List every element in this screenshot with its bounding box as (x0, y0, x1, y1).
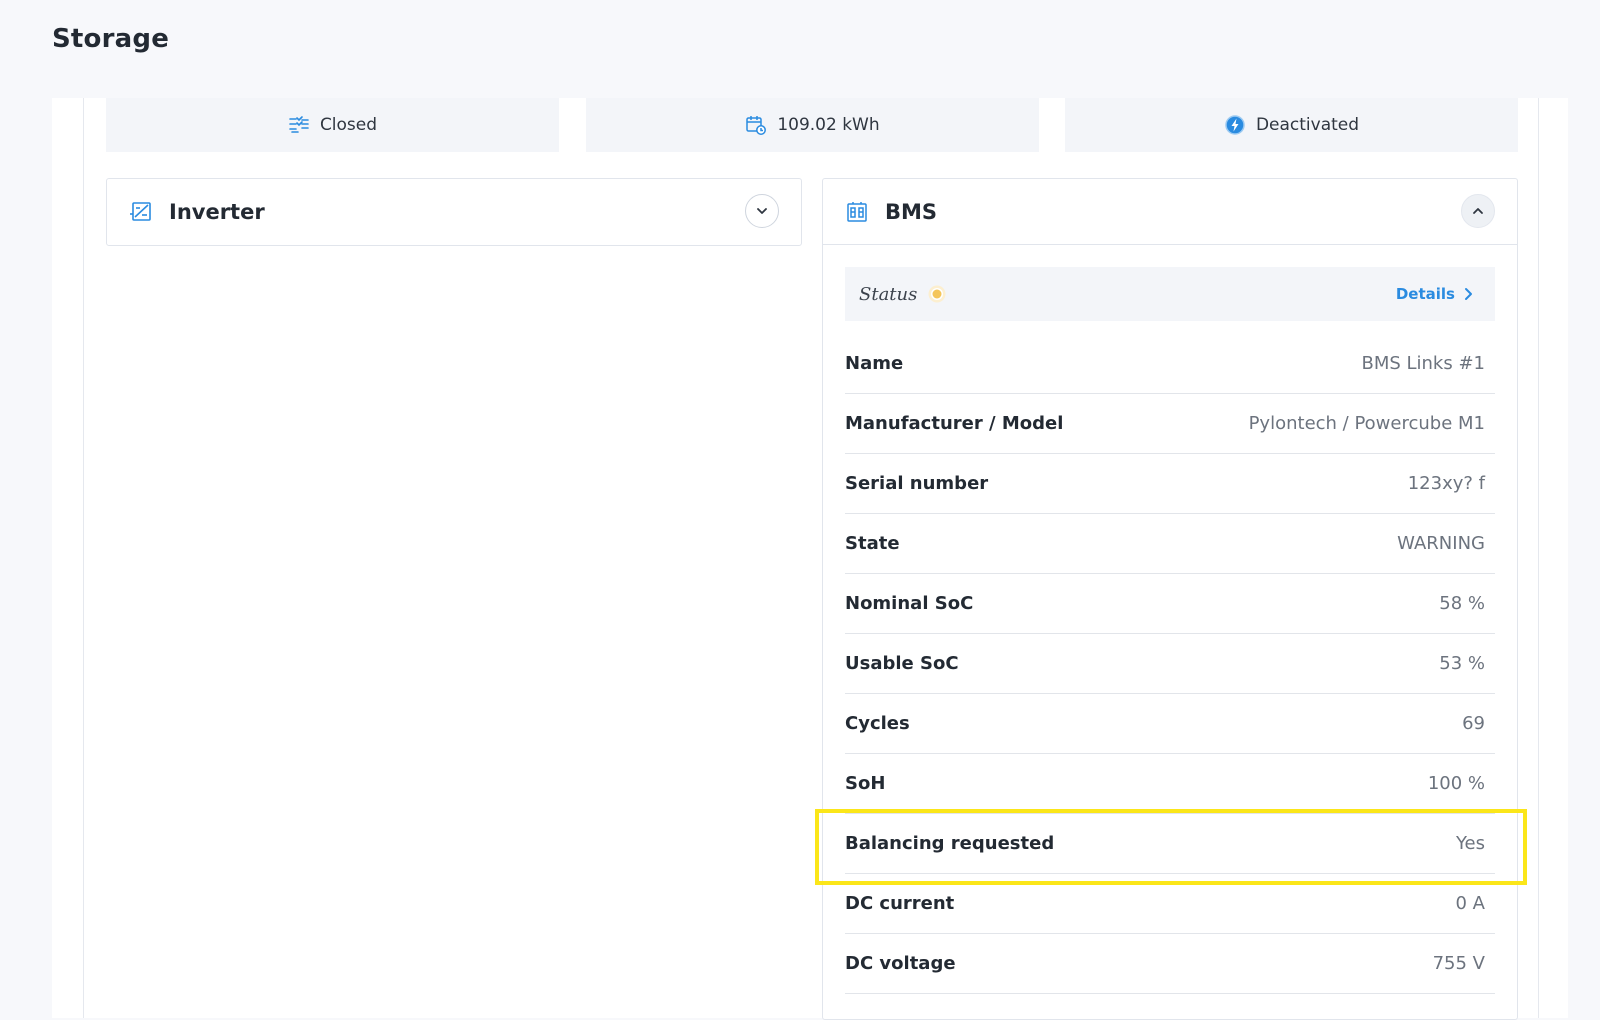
row-key: Name (845, 353, 904, 374)
bms-row-nominal-soc: Nominal SoC 58 % (845, 574, 1495, 634)
bms-row-state: State WARNING (845, 514, 1495, 574)
inverter-header[interactable]: Inverter (107, 179, 801, 245)
bms-row-balancing: Balancing requested Yes (845, 814, 1495, 874)
bms-row-cycles: Cycles 69 (845, 694, 1495, 754)
status-label: Status (859, 283, 918, 305)
row-key: DC current (845, 893, 955, 914)
inverter-panel: Inverter (106, 178, 802, 246)
chevron-right-icon (1455, 287, 1475, 301)
summary-label: Deactivated (1255, 115, 1360, 135)
row-key: Cycles (845, 713, 910, 734)
row-value: Yes (1455, 833, 1485, 854)
row-value: 69 (1462, 713, 1485, 734)
bms-row-dc-current: DC current 0 A (845, 874, 1495, 934)
row-key: Manufacturer / Model (845, 413, 1064, 434)
row-key: Usable SoC (845, 653, 959, 674)
status-bar: Status Details (845, 267, 1495, 321)
row-key: Balancing requested (845, 833, 1055, 854)
summary-label: 109.02 kWh (777, 115, 880, 135)
bms-header[interactable]: BMS (823, 179, 1517, 245)
row-key: State (845, 533, 900, 554)
list-icon (288, 114, 310, 136)
bms-panel: BMS Status Details Name BMS Links #1 Man… (822, 178, 1518, 1020)
bms-toggle-button[interactable] (1461, 194, 1495, 228)
inverter-icon (129, 200, 153, 224)
summary-tile-energy: 109.02 kWh (586, 98, 1039, 152)
warning-status-icon (927, 284, 947, 304)
row-value: BMS Links #1 (1361, 353, 1485, 374)
row-key: Nominal SoC (845, 593, 974, 614)
divider (1538, 98, 1539, 1018)
divider (83, 98, 84, 1018)
row-key: SoH (845, 773, 886, 794)
battery-calendar-icon (745, 114, 767, 136)
row-value: 0 A (1455, 893, 1486, 914)
row-value: 755 V (1432, 953, 1485, 974)
summary-label: Closed (319, 115, 378, 135)
inverter-toggle-button[interactable] (745, 194, 779, 228)
bms-body: Status Details Name BMS Links #1 Manufac… (845, 267, 1495, 994)
row-value: WARNING (1397, 533, 1485, 554)
bms-row-name: Name BMS Links #1 (845, 334, 1495, 394)
row-value: 58 % (1439, 593, 1485, 614)
bms-row-manufacturer: Manufacturer / Model Pylontech / Powercu… (845, 394, 1495, 454)
bms-row-soh: SoH 100 % (845, 754, 1495, 814)
details-link[interactable]: Details (1396, 267, 1475, 321)
bms-title: BMS (885, 199, 938, 224)
summary-tile-closed: Closed (106, 98, 559, 152)
chevron-down-icon (755, 204, 769, 218)
bolt-circle-icon (1224, 114, 1246, 136)
details-label: Details (1395, 285, 1455, 303)
bms-icon (845, 200, 869, 224)
row-value: 123xy? f (1407, 473, 1485, 494)
bms-row-serial: Serial number 123xy? f (845, 454, 1495, 514)
bms-row-dc-voltage: DC voltage 755 V (845, 934, 1495, 994)
row-key: DC voltage (845, 953, 956, 974)
page-title: Storage (52, 24, 170, 54)
chevron-up-icon (1471, 204, 1485, 218)
inverter-title: Inverter (169, 200, 265, 224)
row-value: Pylontech / Powercube M1 (1248, 413, 1485, 434)
bms-row-usable-soc: Usable SoC 53 % (845, 634, 1495, 694)
row-key: Serial number (845, 473, 989, 494)
summary-tile-status: Deactivated (1065, 98, 1518, 152)
row-value: 53 % (1439, 653, 1485, 674)
row-value: 100 % (1427, 773, 1485, 794)
